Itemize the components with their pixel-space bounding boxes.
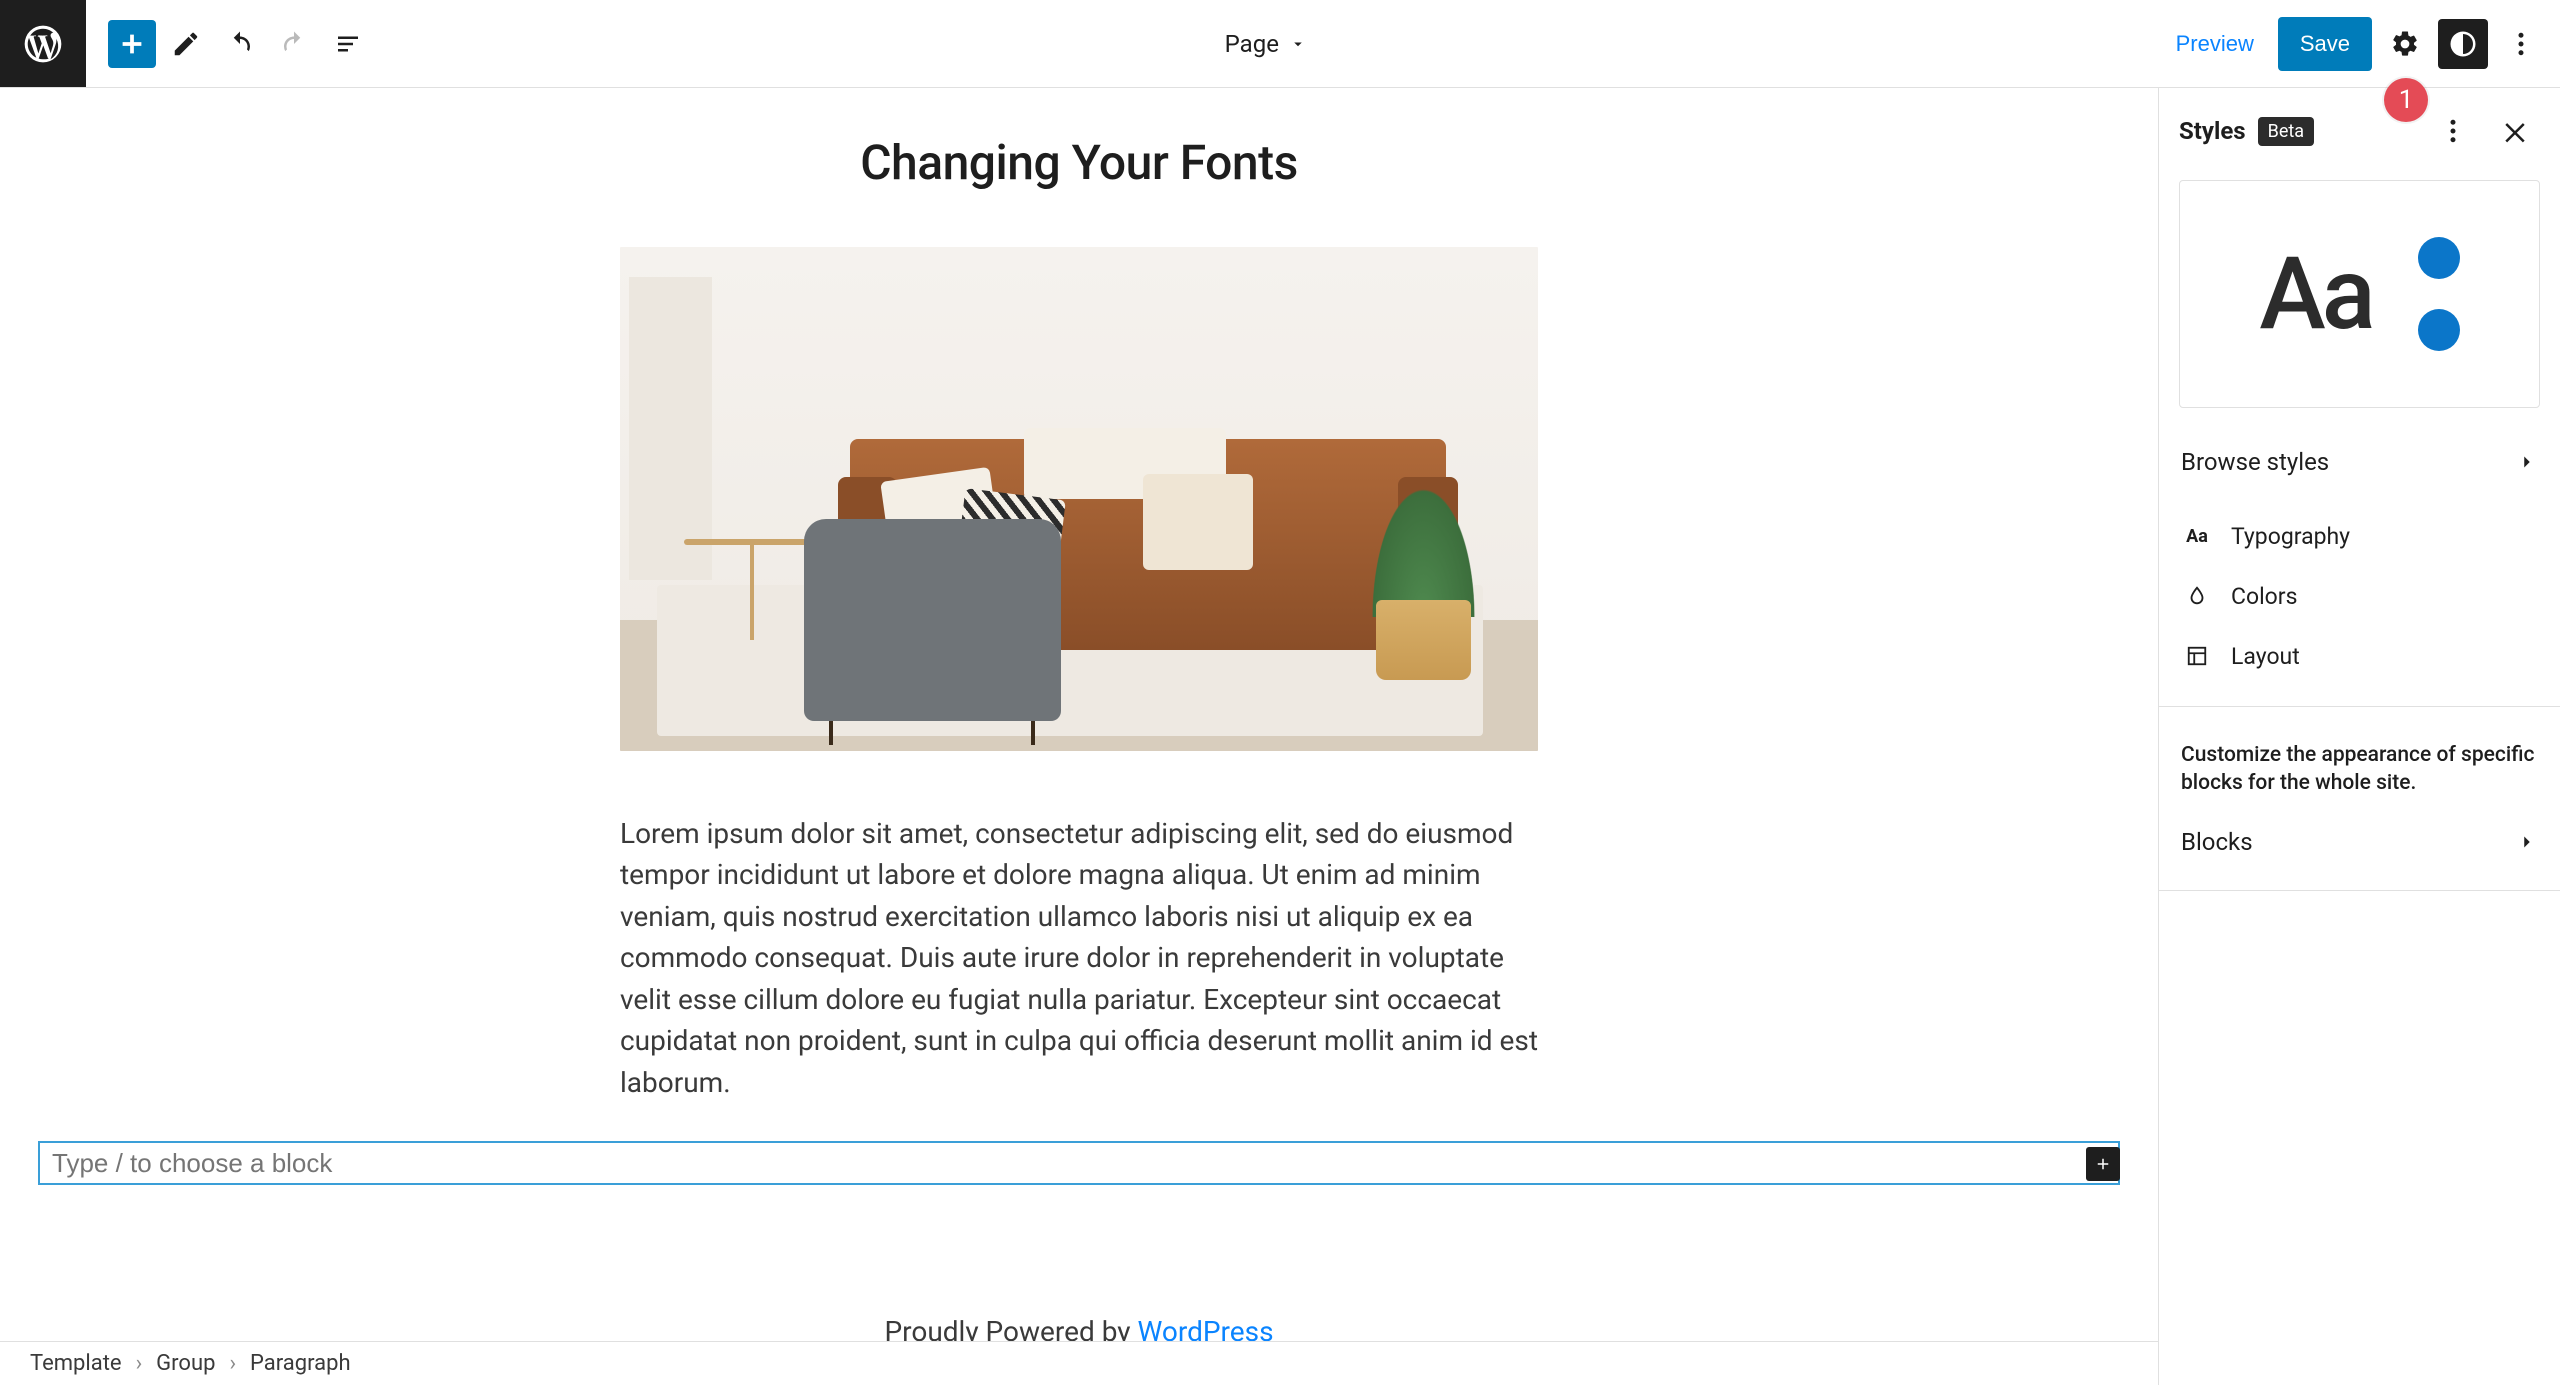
divider (2159, 890, 2560, 891)
style-preview-card[interactable]: Aa (2179, 180, 2540, 408)
divider (2159, 706, 2560, 707)
kebab-icon (2506, 29, 2536, 59)
chevron-down-icon (1289, 35, 1307, 53)
block-appender[interactable] (38, 1141, 2120, 1185)
editor-topbar: Page Preview Save (0, 0, 2560, 88)
list-view-icon (333, 29, 363, 59)
contrast-icon (2448, 29, 2478, 59)
style-category-list: Aa Typography Colors Layout (2159, 498, 2560, 694)
layout-item[interactable]: Layout (2159, 626, 2560, 686)
drop-icon (2183, 582, 2211, 610)
edit-tool-button[interactable] (162, 20, 210, 68)
color-dot (2418, 309, 2460, 351)
sidebar-more-button[interactable] (2428, 106, 2478, 156)
styles-toggle-button[interactable] (2438, 19, 2488, 69)
blocks-label: Blocks (2181, 828, 2253, 856)
toolbar-right: Preview Save (2160, 17, 2560, 71)
add-block-button[interactable] (108, 20, 156, 68)
undo-icon (225, 29, 255, 59)
editor-canvas[interactable]: Changing Your Fonts Lorem ipsum dolor si… (0, 88, 2158, 1341)
sidebar-title: Styles (2179, 117, 2246, 145)
browse-styles-label: Browse styles (2181, 448, 2329, 476)
footer-prefix: Proudly Powered by (884, 1315, 1137, 1341)
page-title[interactable]: Changing Your Fonts (0, 134, 2158, 191)
sidebar-header: Styles Beta (2159, 88, 2560, 174)
breadcrumb-item[interactable]: Group (156, 1351, 215, 1376)
settings-button[interactable] (2380, 19, 2430, 69)
list-view-button[interactable] (324, 20, 372, 68)
block-breadcrumb: Template › Group › Paragraph (0, 1341, 2158, 1385)
kebab-icon (2438, 116, 2468, 146)
wordpress-logo[interactable] (0, 0, 86, 87)
chevron-right-icon: › (229, 1351, 236, 1376)
item-label: Typography (2231, 523, 2350, 550)
chevron-right-icon (2516, 451, 2538, 473)
blocks-help-text: Customize the appearance of specific blo… (2159, 719, 2560, 806)
beta-badge: Beta (2258, 117, 2314, 146)
color-sample (2418, 237, 2460, 351)
typography-item[interactable]: Aa Typography (2159, 506, 2560, 566)
color-dot (2418, 237, 2460, 279)
chevron-right-icon: › (136, 1351, 143, 1376)
colors-item[interactable]: Colors (2159, 566, 2560, 626)
chevron-right-icon (2516, 831, 2538, 853)
sidebar-close-button[interactable] (2490, 106, 2540, 156)
site-footer-text: Proudly Powered by WordPress (0, 1315, 2158, 1341)
wordpress-icon (21, 22, 65, 66)
hero-image[interactable] (620, 247, 1538, 751)
save-button[interactable]: Save (2278, 17, 2372, 71)
preview-button[interactable]: Preview (2160, 19, 2270, 69)
block-appender-input[interactable] (50, 1147, 2108, 1180)
item-label: Layout (2231, 643, 2300, 670)
plus-icon (117, 29, 147, 59)
gear-icon (2390, 29, 2420, 59)
typography-icon: Aa (2183, 522, 2211, 550)
toolbar-left (86, 20, 372, 68)
document-switcher[interactable]: Page (372, 30, 2160, 58)
typography-sample: Aa (2259, 236, 2371, 353)
footer-link[interactable]: WordPress (1137, 1315, 1273, 1341)
annotation-number: 1 (2399, 85, 2414, 115)
item-label: Colors (2231, 583, 2297, 610)
blocks-row[interactable]: Blocks (2159, 806, 2560, 878)
layout-icon (2183, 642, 2211, 670)
breadcrumb-item[interactable]: Paragraph (250, 1351, 351, 1376)
redo-button[interactable] (270, 20, 318, 68)
breadcrumb-item[interactable]: Template (30, 1351, 122, 1376)
redo-icon (279, 29, 309, 59)
annotation-badge: 1 (2384, 78, 2428, 122)
pencil-icon (171, 29, 201, 59)
document-label: Page (1225, 30, 1279, 58)
block-appender-add-button[interactable] (2086, 1147, 2120, 1181)
plus-icon (2094, 1155, 2112, 1173)
paragraph-block[interactable]: Lorem ipsum dolor sit amet, consectetur … (620, 813, 1538, 1103)
more-menu-button[interactable] (2496, 19, 2546, 69)
undo-button[interactable] (216, 20, 264, 68)
browse-styles-row[interactable]: Browse styles (2159, 426, 2560, 498)
close-icon (2500, 116, 2530, 146)
styles-sidebar: Styles Beta Aa Browse styles Aa Ty (2158, 88, 2560, 1385)
